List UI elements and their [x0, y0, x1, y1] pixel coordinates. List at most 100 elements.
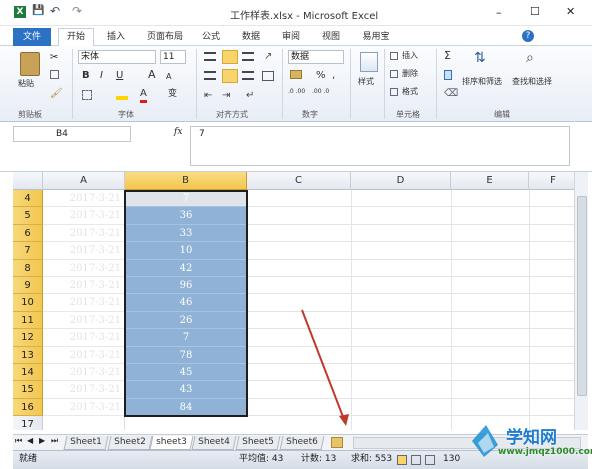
- cut-icon[interactable]: ✂: [50, 52, 58, 63]
- shrink-font-button[interactable]: A: [166, 71, 171, 83]
- format-painter-icon[interactable]: 🖌: [50, 88, 63, 99]
- underline-button[interactable]: U: [116, 70, 123, 82]
- sheet-tab-5[interactable]: Sheet5: [235, 436, 281, 450]
- window-title: 工作样表.xlsx - Microsoft Excel: [230, 11, 379, 22]
- border-icon[interactable]: [82, 90, 92, 100]
- sheet-tab-6[interactable]: Sheet6: [279, 436, 325, 450]
- tab-view[interactable]: 视图: [316, 29, 346, 45]
- tab-home[interactable]: 开始: [58, 28, 94, 47]
- currency-icon[interactable]: [290, 70, 302, 79]
- font-color-button[interactable]: A: [140, 88, 147, 103]
- watermark: 学知网 www.jmqz1000.com: [468, 415, 592, 469]
- tab-yiyongbao[interactable]: 易用宝: [356, 29, 396, 45]
- next-sheet-icon[interactable]: ▶: [39, 436, 45, 445]
- vertical-scrollbar[interactable]: [574, 172, 588, 430]
- align-left-icon[interactable]: [204, 71, 216, 80]
- fx-icon[interactable]: fx: [174, 127, 182, 137]
- worksheet-grid[interactable]: A B C D E F 4 2017-3-21 7 5 2017-3-21 36 6 2017…: [13, 172, 578, 430]
- align-middle-icon[interactable]: [222, 50, 238, 64]
- align-right-icon[interactable]: [242, 71, 254, 80]
- delete-cells-button[interactable]: 删除: [402, 68, 418, 80]
- watermark-url: www.jmqz1000.com: [498, 447, 592, 457]
- editing-group-label: 编辑: [494, 110, 510, 119]
- styles-button[interactable]: 样式: [358, 76, 374, 88]
- close-button[interactable]: ✕: [566, 5, 575, 18]
- format-cells-icon[interactable]: [390, 88, 398, 96]
- align-top-icon[interactable]: [204, 52, 216, 61]
- autosum-button[interactable]: Σ: [444, 50, 451, 62]
- page-layout-view-icon[interactable]: [411, 455, 421, 465]
- decrease-indent-icon[interactable]: ⇤: [204, 90, 212, 101]
- sort-filter-icon[interactable]: ⇅: [474, 50, 486, 66]
- grow-font-button[interactable]: A: [148, 69, 156, 81]
- increase-indent-icon[interactable]: ⇥: [222, 90, 230, 101]
- italic-button[interactable]: I: [100, 70, 103, 82]
- last-sheet-icon[interactable]: ⏭: [51, 436, 58, 446]
- font-group-label: 字体: [118, 110, 134, 119]
- sort-filter-button[interactable]: 排序和筛选: [462, 76, 502, 88]
- name-box[interactable]: B4: [13, 126, 131, 142]
- help-icon[interactable]: ?: [522, 30, 534, 42]
- first-sheet-icon[interactable]: ⏮: [15, 436, 22, 446]
- copy-icon[interactable]: [50, 70, 59, 79]
- tab-data[interactable]: 数据: [236, 29, 266, 45]
- fill-icon[interactable]: [444, 70, 452, 80]
- paste-button[interactable]: 粘贴: [18, 78, 34, 90]
- insert-cells-icon[interactable]: [390, 52, 398, 60]
- status-average: 平均值: 43: [239, 454, 284, 464]
- fill-color-icon[interactable]: [116, 90, 128, 100]
- formula-bar: B4 fx 7: [0, 122, 592, 172]
- format-cells-button[interactable]: 格式: [402, 86, 418, 98]
- scroll-thumb[interactable]: [577, 196, 587, 396]
- number-format-select[interactable]: 数据: [288, 50, 344, 64]
- sheet-tab-3[interactable]: sheet3: [149, 436, 194, 450]
- increase-decimal-button[interactable]: .0 .00: [288, 88, 310, 95]
- delete-cells-icon[interactable]: [390, 70, 398, 78]
- status-sum: 求和: 553: [351, 454, 393, 464]
- status-ready: 就绪: [19, 454, 38, 464]
- find-select-button[interactable]: 查找和选择: [512, 76, 552, 88]
- font-name-select[interactable]: 宋体: [78, 50, 156, 64]
- annotation-arrow: [301, 309, 349, 426]
- sheet-tab-1[interactable]: Sheet1: [63, 436, 109, 450]
- merge-icon[interactable]: [262, 71, 274, 81]
- redo-icon[interactable]: ↷: [72, 4, 82, 18]
- formula-input[interactable]: 7: [190, 126, 570, 166]
- undo-icon[interactable]: ↶: [50, 4, 60, 18]
- new-sheet-icon[interactable]: [331, 437, 343, 448]
- paste-icon[interactable]: [20, 52, 40, 76]
- bold-button[interactable]: B: [82, 70, 90, 82]
- align-bottom-icon[interactable]: [242, 52, 254, 61]
- styles-icon[interactable]: [360, 52, 378, 72]
- decrease-decimal-button[interactable]: .00 .0: [312, 88, 334, 95]
- wen-button[interactable]: 变: [168, 88, 177, 100]
- alignment-group-label: 对齐方式: [216, 110, 248, 119]
- watermark-brand: 学知网: [506, 428, 557, 448]
- page-break-view-icon[interactable]: [425, 455, 435, 465]
- font-size-select[interactable]: 11: [160, 50, 186, 64]
- minimize-button[interactable]: –: [496, 6, 502, 19]
- find-select-icon[interactable]: ⌕: [526, 50, 534, 66]
- tab-insert[interactable]: 插入: [98, 29, 134, 45]
- sheet-tab-2[interactable]: Sheet2: [107, 436, 153, 450]
- tab-page-layout[interactable]: 页面布局: [140, 29, 190, 45]
- tab-formulas[interactable]: 公式: [196, 29, 226, 45]
- zoom-level[interactable]: 130: [443, 451, 460, 468]
- tab-file[interactable]: 文件: [13, 28, 51, 46]
- comma-button[interactable]: ,: [332, 70, 335, 82]
- percent-button[interactable]: %: [316, 70, 326, 82]
- number-group-label: 数字: [302, 110, 318, 119]
- tab-review[interactable]: 审阅: [276, 29, 306, 45]
- normal-view-icon[interactable]: [397, 455, 407, 465]
- cells-group-label: 单元格: [396, 110, 420, 119]
- maximize-button[interactable]: ☐: [530, 5, 540, 18]
- orientation-icon[interactable]: ↗: [264, 51, 272, 62]
- clear-icon[interactable]: ⌫: [444, 88, 458, 99]
- ribbon-tabs: 文件 开始 插入 页面布局 公式 数据 审阅 视图 易用宝 ?: [0, 26, 592, 47]
- insert-cells-button[interactable]: 插入: [402, 50, 418, 62]
- wrap-text-icon[interactable]: ↵: [246, 90, 254, 101]
- save-icon[interactable]: 💾: [32, 5, 44, 16]
- prev-sheet-icon[interactable]: ◀: [27, 436, 33, 445]
- sheet-tab-4[interactable]: Sheet4: [191, 436, 237, 450]
- align-center-icon[interactable]: [222, 69, 238, 83]
